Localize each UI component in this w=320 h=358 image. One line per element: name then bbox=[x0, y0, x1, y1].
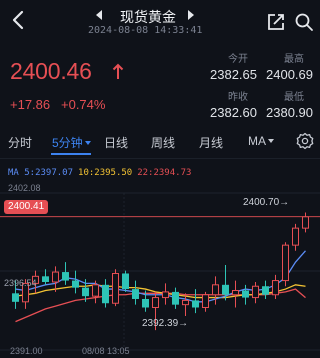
high-annotation: 2400.70→ bbox=[243, 197, 290, 208]
quote-timestamp: 2024-08-08 14:33:41 bbox=[88, 25, 203, 36]
candle-body bbox=[282, 244, 289, 282]
tab-5min[interactable]: 5分钟 bbox=[52, 134, 91, 151]
candle-body bbox=[192, 300, 199, 308]
candle-body bbox=[102, 284, 109, 304]
candle-body bbox=[272, 280, 279, 296]
ma-legend: MA 5:2397.07 10:2395.50 22:2394.73 bbox=[8, 168, 196, 178]
candle-body bbox=[152, 297, 159, 308]
candle-body bbox=[212, 284, 219, 296]
tab-indicator-ma[interactable]: MA bbox=[248, 134, 274, 148]
high-annotation-value: 2400.70 bbox=[243, 197, 280, 208]
open-value: 2382.65 bbox=[210, 67, 257, 82]
candle-body bbox=[252, 285, 259, 299]
candle-body bbox=[52, 271, 59, 283]
price-up-arrow-icon bbox=[112, 63, 124, 79]
candle-body bbox=[242, 290, 249, 298]
candle-body bbox=[12, 293, 19, 302]
chevron-down-icon bbox=[268, 139, 274, 143]
tab-daily[interactable]: 日线 bbox=[104, 134, 128, 151]
share-icon[interactable] bbox=[266, 12, 286, 32]
page-title: 现货黄金 bbox=[120, 9, 176, 25]
last-price: 2400.46 bbox=[10, 58, 92, 84]
section-divider bbox=[0, 158, 320, 159]
ma5-readout: MA 5:2397.07 bbox=[8, 168, 74, 178]
chevron-down-icon bbox=[84, 141, 91, 145]
y-axis-bottom-label: 2391.00 bbox=[10, 346, 43, 356]
low-annotation: 2392.39→ bbox=[142, 318, 189, 329]
candle-body bbox=[92, 284, 99, 297]
low-annotation-value: 2392.39 bbox=[142, 318, 179, 329]
candle-body bbox=[62, 272, 69, 281]
candle-body bbox=[182, 299, 189, 306]
candle-body bbox=[292, 227, 299, 246]
active-tab-indicator bbox=[51, 153, 91, 155]
y-axis-top-label: 2402.08 bbox=[8, 183, 41, 193]
candle-body bbox=[82, 287, 89, 297]
candle-body bbox=[162, 291, 169, 299]
price-change-percent: +0.74% bbox=[61, 97, 106, 112]
x-axis-time-label: 08/08 13:05 bbox=[82, 346, 130, 356]
search-icon[interactable] bbox=[294, 12, 314, 32]
tab-weekly[interactable]: 周线 bbox=[151, 134, 175, 151]
candle-body bbox=[222, 284, 229, 295]
back-arrow-icon[interactable] bbox=[6, 6, 32, 34]
candle-body bbox=[72, 280, 79, 288]
candle-body bbox=[232, 289, 239, 296]
period-tabs: 分时 5分钟 日线 周线 月线 MA bbox=[0, 128, 320, 156]
candle-body bbox=[42, 276, 49, 282]
tab-intraday[interactable]: 分时 bbox=[8, 134, 32, 151]
candle-body bbox=[112, 272, 119, 304]
low-value: 2380.90 bbox=[266, 105, 313, 120]
high-label: 最高 bbox=[284, 54, 304, 65]
tab-ma-label: MA bbox=[248, 134, 266, 148]
candle-body bbox=[302, 216, 309, 229]
gear-icon[interactable] bbox=[296, 132, 314, 150]
high-value: 2400.69 bbox=[266, 67, 313, 82]
candle-body bbox=[262, 286, 269, 295]
open-label: 今开 bbox=[228, 54, 248, 65]
candle-body bbox=[122, 273, 129, 290]
prev-instrument-icon[interactable] bbox=[94, 9, 104, 21]
prev-close-value: 2382.60 bbox=[210, 105, 257, 120]
tab-monthly[interactable]: 月线 bbox=[199, 134, 223, 151]
candle-body bbox=[142, 298, 149, 308]
candle-body bbox=[172, 291, 179, 305]
prev-close-label: 昨收 bbox=[228, 92, 248, 103]
low-label: 最低 bbox=[284, 92, 304, 103]
current-price-badge: 2400.41 bbox=[4, 200, 49, 214]
top-bar: 现货黄金 2024-08-08 14:33:41 bbox=[0, 0, 320, 44]
tab-5min-label: 5分钟 bbox=[52, 136, 83, 150]
title-switcher: 现货黄金 bbox=[80, 4, 230, 26]
candle-body bbox=[132, 289, 139, 299]
next-instrument-icon[interactable] bbox=[186, 9, 196, 21]
ma10-readout: 10:2395.50 bbox=[78, 168, 133, 178]
price-change: +17.86 bbox=[10, 97, 51, 112]
ma22-readout: 22:2394.73 bbox=[137, 168, 192, 178]
y-axis-mid-label: 2396.54 bbox=[4, 278, 37, 288]
candle-body bbox=[202, 294, 209, 308]
